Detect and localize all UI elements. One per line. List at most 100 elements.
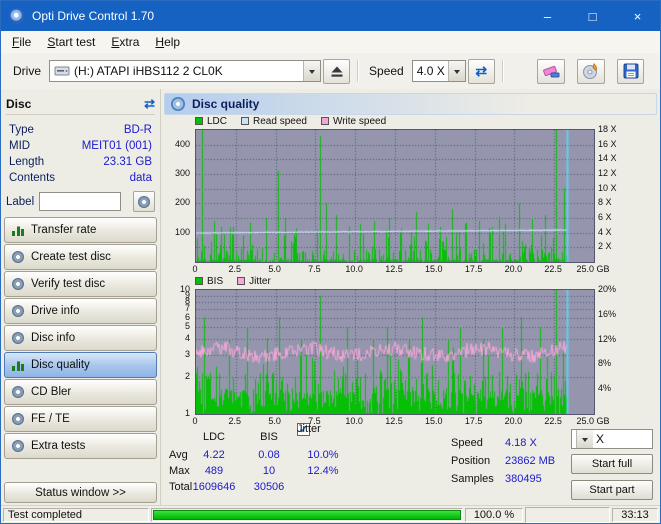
y-right-tick-label: 2 X (598, 241, 612, 252)
nav-label: Transfer rate (31, 224, 97, 236)
sidebar-item-create-test-disc[interactable]: Create test disc (4, 244, 157, 270)
sidebar-item-extra-tests[interactable]: Extra tests (4, 433, 157, 459)
legend-swatch (237, 277, 246, 285)
menu-extra[interactable]: Extra (103, 33, 147, 51)
cd-icon (12, 386, 24, 398)
edit-label-button[interactable] (133, 191, 155, 212)
sidebar-item-cd-bler[interactable]: CD Bler (4, 379, 157, 405)
y-right-tick-label: 16% (598, 308, 617, 319)
start-part-button[interactable]: Start part (571, 480, 653, 500)
bottom-chart-legend: BIS Jitter (195, 275, 271, 287)
chevron-down-icon[interactable] (447, 61, 465, 81)
x-tick-label: 12.5 (385, 416, 403, 426)
x-tick-label: 17.5 (464, 264, 483, 274)
y-right-tick-label: 4% (598, 383, 612, 394)
x-tick-label: 5.0 (268, 416, 281, 426)
legend-label: BIS (207, 275, 224, 287)
field-value: 23.31 GB (103, 156, 152, 168)
field-contents: Contents data (6, 170, 155, 186)
chevron-down-icon[interactable] (303, 61, 321, 81)
x-tick-label: 22.5 (544, 264, 562, 274)
cd-icon (12, 413, 24, 425)
maximize-button[interactable]: □ (570, 1, 615, 31)
sidebar-item-disc-quality[interactable]: Disc quality (4, 352, 157, 378)
erase-disc-icon (543, 65, 560, 78)
cd-icon (12, 251, 24, 263)
toolbar-separator (357, 60, 359, 82)
legend-swatch (195, 117, 203, 125)
sidebar-nav: Transfer rate Create test disc Verify te… (1, 216, 160, 460)
legend-item: BIS (195, 276, 223, 287)
x-tick-label: 20.0 (504, 264, 523, 274)
disc-header-label: Disc (6, 97, 32, 111)
status-window-button[interactable]: Status window >> (4, 482, 157, 503)
nav-label: Create test disc (31, 251, 111, 263)
x-tick-label: 0 (192, 416, 198, 426)
y-right-tick-label: 20% (598, 284, 617, 294)
test-speed-select[interactable]: 4.0 X (571, 429, 653, 449)
toolbar: Drive (H:) ATAPI iHBS112 2 CL0K Speed 4.… (1, 53, 660, 90)
position-label: Position (451, 455, 491, 467)
x-tick-label: 10.0 (345, 264, 363, 274)
cd-icon (12, 278, 24, 290)
close-button[interactable]: × (615, 1, 660, 31)
disc-label-input[interactable] (39, 192, 122, 211)
nav-label: Drive info (31, 305, 80, 317)
legend-swatch (320, 117, 329, 125)
progress-fill (153, 509, 461, 520)
legend-label: Write speed (332, 115, 387, 127)
field-value: BD-R (123, 124, 152, 136)
save-button[interactable] (617, 58, 644, 84)
sidebar-item-fe-te[interactable]: FE / TE (4, 406, 157, 432)
menu-help[interactable]: Help (147, 33, 188, 51)
field-type: Type BD-R (6, 122, 155, 138)
menu-file[interactable]: File (4, 33, 39, 51)
y-left-tick-label: 6 (184, 311, 190, 322)
x-tick-label: 12.5 (385, 264, 403, 274)
chart-icon (12, 224, 24, 236)
legend-swatch (241, 117, 250, 125)
start-full-button[interactable]: Start full (571, 454, 653, 474)
erase-disc-button[interactable] (537, 58, 565, 84)
disc-quality-panel: Disc quality LDC Read speed Write speed BI… (161, 89, 660, 505)
refresh-disc-icon[interactable]: ⇄ (144, 97, 155, 111)
y-right-tick-label: 12 X (598, 168, 617, 178)
sidebar-item-drive-info[interactable]: Drive info (4, 298, 157, 324)
y-right-tick-label: 12% (598, 333, 617, 344)
y-left-tick-label: 2 (184, 370, 190, 381)
burn-disc-icon (583, 63, 598, 79)
x-tick-label: 2.5 (228, 264, 242, 274)
burn-disc-button[interactable] (577, 58, 605, 84)
sidebar-item-verify-test-disc[interactable]: Verify test disc (4, 271, 157, 297)
drive-label: Drive (13, 64, 42, 78)
bis-column-header: BIS (260, 431, 278, 443)
chevron-down-icon[interactable] (576, 430, 593, 448)
speed-select-value: 4.0 X (416, 64, 445, 78)
samples-label: Samples (451, 473, 494, 485)
legend-item: Jitter (237, 276, 271, 287)
nav-label: Disc info (31, 332, 76, 344)
contents-link[interactable]: data (130, 172, 152, 184)
y-left-tick-label: 4 (184, 333, 190, 344)
y-left-tick-label: 100 (174, 226, 190, 237)
speed-select[interactable]: 4.0 X (411, 60, 466, 82)
bis-jitter-chart (195, 289, 595, 415)
x-tick-label: 2.5 (228, 416, 242, 426)
eject-button[interactable] (323, 58, 351, 84)
test-speeds-button[interactable]: ⇄ (467, 58, 495, 84)
status-text: Test completed (3, 507, 149, 522)
y-right-tick-label: 4 X (598, 226, 612, 237)
minimize-button[interactable]: – (525, 1, 570, 31)
y-right-tick-label: 18 X (598, 124, 617, 134)
cd-icon (12, 305, 24, 317)
sidebar-item-transfer-rate[interactable]: Transfer rate (4, 217, 157, 243)
drive-select[interactable]: (H:) ATAPI iHBS112 2 CL0K (49, 60, 322, 82)
menu-start-test[interactable]: Start test (39, 33, 103, 51)
x-tick-label: 25.0 GB (576, 416, 610, 426)
nav-label: CD Bler (31, 386, 72, 398)
nav-label: Verify test disc (31, 278, 106, 290)
speed-result-label: Speed (451, 437, 483, 449)
sidebar-item-disc-info[interactable]: Disc info (4, 325, 157, 351)
elapsed-time: 33:13 (612, 507, 658, 522)
app-window: Opti Drive Control 1.70 – □ × File Start… (0, 0, 661, 524)
